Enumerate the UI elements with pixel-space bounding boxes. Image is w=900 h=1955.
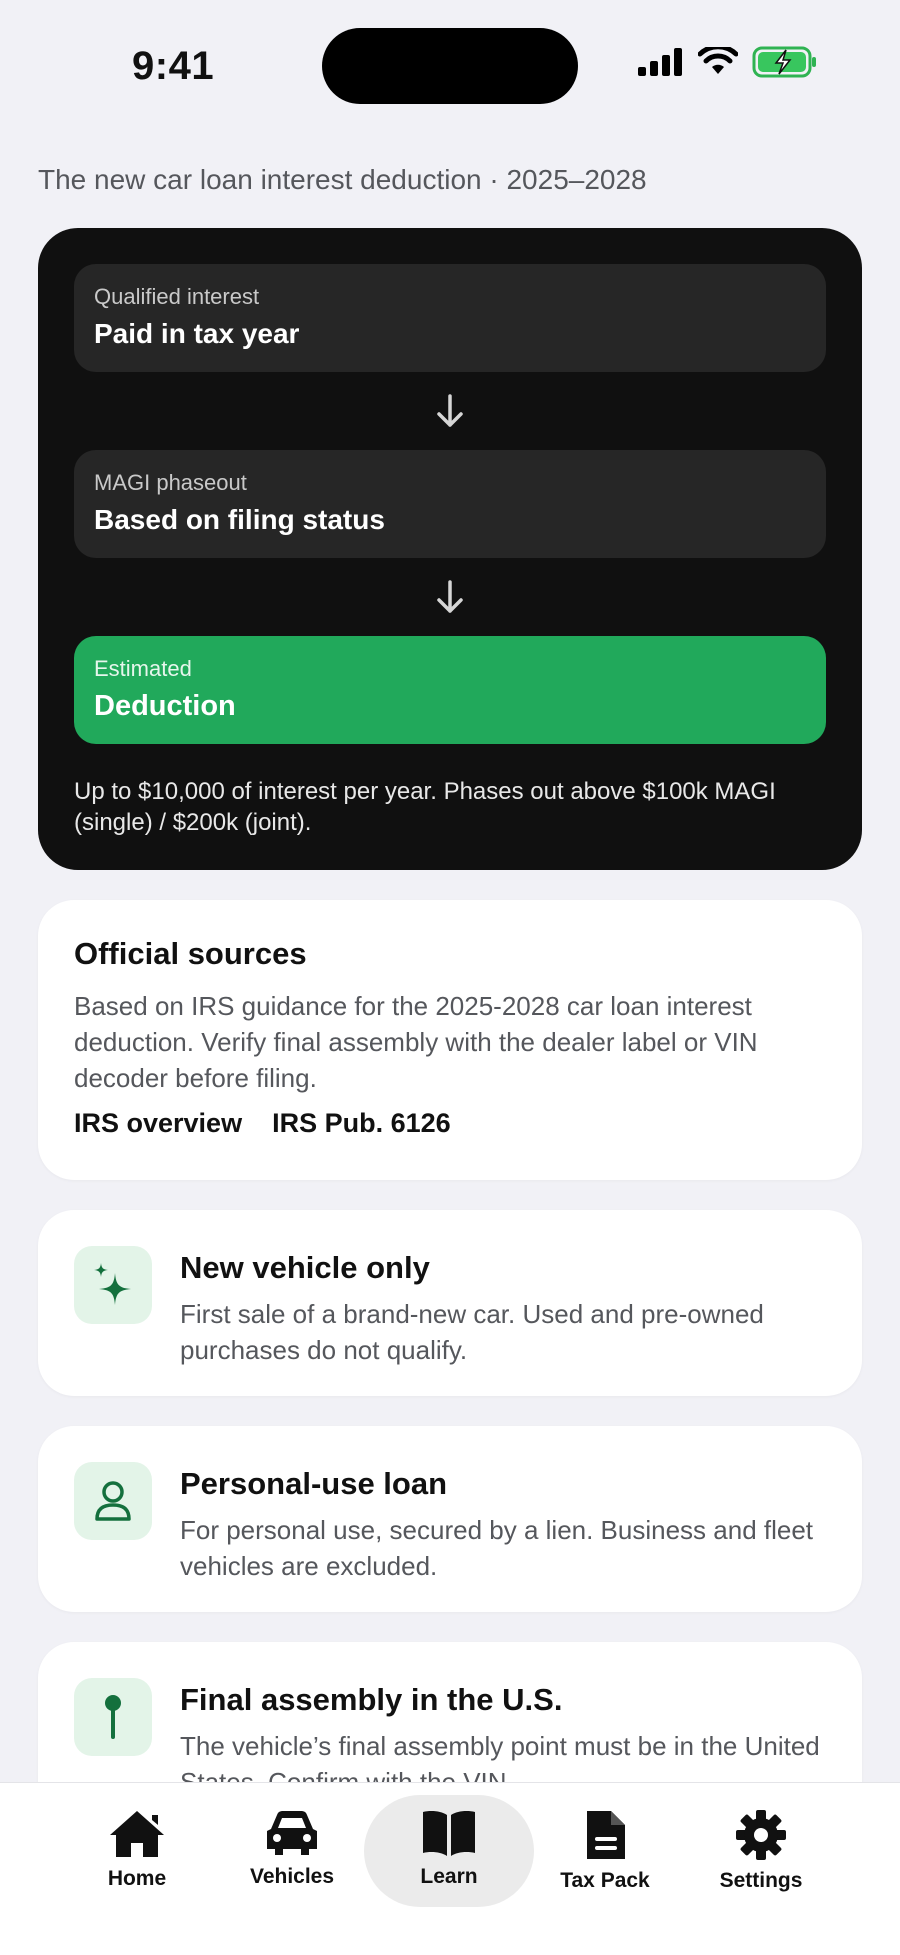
tab-learn[interactable]: Learn [364, 1795, 534, 1907]
dynamic-island [322, 28, 578, 104]
wifi-icon [698, 47, 738, 74]
tab-label: Learn [420, 1865, 478, 1888]
feature-title: Personal-use loan [180, 1466, 448, 1501]
car-icon [267, 1811, 317, 1855]
irs-pub-6126-link[interactable]: IRS Pub. 6126 [272, 1108, 451, 1139]
source-links: IRS overview IRS Pub. 6126 [74, 1108, 826, 1139]
feature-text: Personal-use loan For personal use, secu… [180, 1462, 826, 1581]
book-icon [423, 1811, 475, 1856]
feature-card-new-vehicle: New vehicle only First sale of a brand-n… [38, 1210, 862, 1396]
deduction-flow-card: Qualified interest Paid in tax year MAGI… [38, 228, 862, 870]
feature-title: New vehicle only [180, 1250, 430, 1285]
learn-screen: 9:41 The new car loan interest deduction… [0, 0, 900, 1955]
arrow-down-icon [437, 394, 463, 427]
tab-label: Settings [719, 1869, 803, 1892]
tab-home[interactable]: Home [52, 1795, 222, 1907]
sources-body: Based on IRS guidance for the 2025-2028 … [74, 991, 758, 1093]
page-subtitle: The new car loan interest deduction · 20… [38, 164, 647, 195]
feature-icon-tile [74, 1678, 152, 1756]
feature-title: Final assembly in the U.S. [180, 1682, 563, 1717]
document-icon [587, 1811, 625, 1859]
flow-step-estimated-deduction: Estimated Deduction [74, 636, 826, 744]
step-label: MAGI phaseout [94, 470, 247, 495]
irs-overview-link[interactable]: IRS overview [74, 1108, 242, 1139]
gear-icon [736, 1810, 786, 1860]
person-icon [95, 1481, 131, 1521]
battery-charging-icon [752, 46, 816, 78]
feature-text: New vehicle only First sale of a brand-n… [180, 1246, 826, 1365]
feature-card-personal-use: Personal-use loan For personal use, secu… [38, 1426, 862, 1612]
tab-label: Tax Pack [560, 1869, 650, 1892]
tab-label: Home [107, 1867, 167, 1890]
step-title: Deduction [94, 690, 236, 722]
house-icon [110, 1811, 164, 1857]
sparkles-icon [94, 1263, 131, 1305]
tab-vehicles[interactable]: Vehicles [207, 1795, 377, 1907]
feature-icon-tile [74, 1462, 152, 1540]
flow-step-qualified-interest: Qualified interest Paid in tax year [74, 264, 826, 372]
step-label: Qualified interest [94, 284, 260, 309]
deduction-note: Up to $10,000 of interest per year. Phas… [74, 778, 776, 836]
step-title: Based on filing status [94, 504, 385, 535]
flow-step-magi-phaseout: MAGI phaseout Based on filing status [74, 450, 826, 558]
feature-description: First sale of a brand-new car. Used and … [180, 1299, 764, 1365]
flow-arrow [74, 558, 826, 636]
status-icons [638, 46, 818, 78]
arrow-down-icon [437, 580, 463, 613]
tab-label: Vehicles [249, 1865, 335, 1888]
status-bar: 9:41 [0, 0, 900, 130]
tab-tax-pack[interactable]: Tax Pack [520, 1795, 690, 1907]
feature-description: For personal use, secured by a lien. Bus… [180, 1515, 814, 1581]
flow-arrow [74, 372, 826, 450]
step-title: Paid in tax year [94, 318, 300, 349]
sources-title: Official sources [74, 936, 307, 971]
official-sources-card: Official sources Based on IRS guidance f… [38, 900, 862, 1180]
feature-icon-tile [74, 1246, 152, 1324]
tab-bar: Home Vehicles Learn Tax Pack Settings [0, 1782, 900, 1955]
cellular-signal-icon [638, 48, 682, 76]
tab-settings[interactable]: Settings [676, 1795, 846, 1907]
status-time: 9:41 [132, 44, 215, 88]
pin-icon [105, 1695, 121, 1739]
step-label: Estimated [94, 656, 192, 681]
